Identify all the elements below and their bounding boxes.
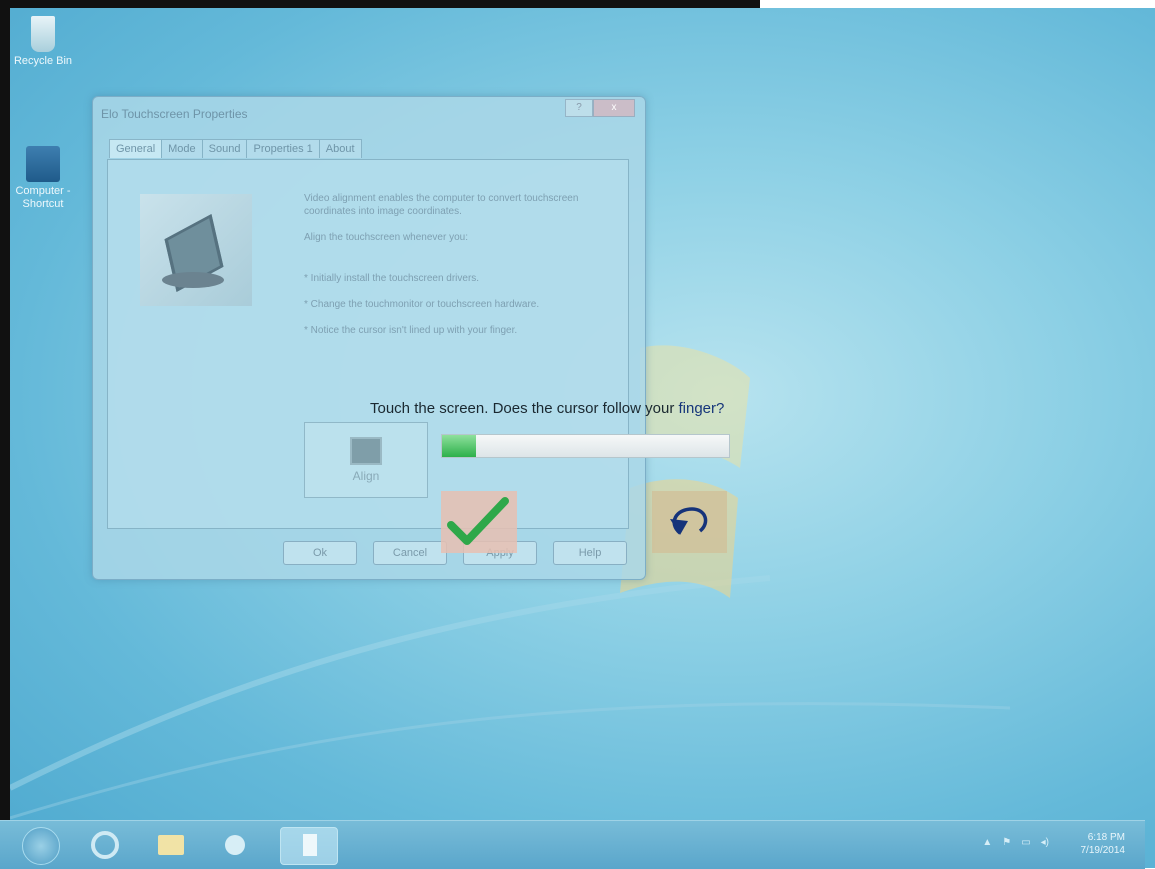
alignment-description: Video alignment enables the computer to … — [304, 192, 604, 350]
tab-general[interactable]: General — [109, 139, 163, 158]
desktop-icon-label: Recycle Bin — [13, 55, 73, 67]
document-icon[interactable] — [280, 827, 338, 865]
volume-icon[interactable]: ◂) — [1041, 837, 1049, 848]
screen-border-white — [760, 0, 1155, 8]
description-bullet: * Notice the cursor isn't lined up with … — [304, 325, 518, 336]
tab-strip: General Mode Sound Properties 1 About — [109, 139, 362, 158]
desktop-icon-label: Computer - Shortcut — [15, 185, 71, 210]
dialog-title: Elo Touchscreen Properties — [101, 107, 248, 121]
description-bullet: * Initially install the touchscreen driv… — [304, 273, 480, 284]
screen-border-left — [0, 0, 10, 868]
progress-fill — [442, 435, 477, 457]
clock-time: 6:18 PM — [1087, 832, 1125, 843]
checkmark-icon — [447, 497, 509, 545]
file-explorer-icon[interactable] — [150, 827, 192, 863]
prompt-text-emphasis: finger? — [678, 400, 725, 417]
align-button-label: Align — [352, 469, 380, 483]
system-tray: ▲ ⚑ ▭ ◂) — [982, 837, 1049, 848]
calibration-prompt: Touch the screen. Does the cursor follow… — [370, 400, 724, 417]
clock[interactable]: 6:18 PM 7/19/2014 — [1081, 831, 1126, 857]
title-bar-buttons: ? x — [565, 99, 635, 117]
prompt-text: Touch the screen. Does the cursor follow… — [370, 400, 679, 417]
monitor-stand — [162, 272, 224, 288]
ok-button[interactable]: Ok — [283, 541, 357, 565]
taskbar: ▲ ⚑ ▭ ◂) 6:18 PM 7/19/2014 — [0, 820, 1145, 869]
description-bullet: * Change the touchmonitor or touchscreen… — [304, 299, 540, 310]
desktop-icon-recycle-bin[interactable]: Recycle Bin — [10, 16, 78, 68]
screen-border-top — [0, 0, 760, 8]
accept-button[interactable] — [441, 491, 517, 553]
tray-expand-icon[interactable]: ▲ — [982, 837, 992, 848]
recycle-bin-icon — [31, 16, 55, 52]
help-title-button[interactable]: ? — [565, 99, 593, 117]
undo-icon — [670, 507, 708, 535]
clock-date: 7/19/2014 — [1080, 845, 1126, 856]
close-button[interactable]: x — [593, 99, 635, 117]
desktop-icon-computer-shortcut[interactable]: Computer - Shortcut — [10, 146, 78, 211]
tab-about[interactable]: About — [318, 139, 362, 158]
tab-mode[interactable]: Mode — [161, 139, 203, 158]
tab-sound[interactable]: Sound — [201, 139, 248, 158]
description-text: Video alignment enables the computer to … — [304, 193, 579, 217]
cancel-button[interactable]: Cancel — [373, 541, 447, 565]
internet-explorer-icon[interactable] — [84, 827, 126, 863]
flag-icon[interactable]: ⚑ — [1002, 837, 1011, 848]
computer-icon — [26, 146, 60, 182]
undo-button[interactable] — [652, 491, 727, 553]
align-icon — [350, 437, 382, 465]
help-button[interactable]: Help — [553, 541, 627, 565]
calibration-progress-bar — [441, 434, 730, 458]
tab-properties-1[interactable]: Properties 1 — [246, 139, 320, 158]
start-button[interactable] — [22, 827, 60, 865]
touchmonitor-image — [140, 194, 252, 306]
align-button[interactable]: Align — [304, 422, 428, 498]
description-text: Align the touchscreen whenever you: — [304, 232, 468, 243]
network-icon[interactable]: ▭ — [1021, 837, 1030, 848]
media-player-icon[interactable] — [214, 827, 256, 863]
properties-dialog: Elo Touchscreen Properties ? x General M… — [92, 96, 646, 580]
tab-panel-general: Video alignment enables the computer to … — [107, 159, 629, 529]
